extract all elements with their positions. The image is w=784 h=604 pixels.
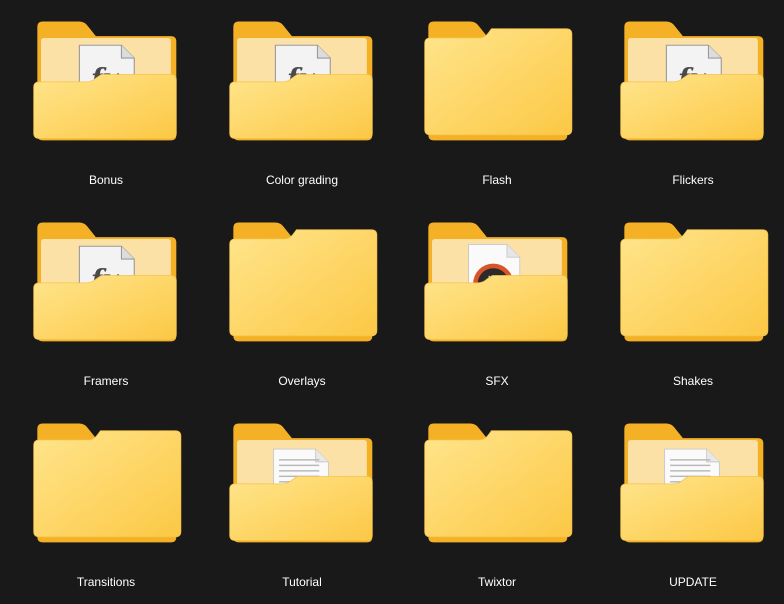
folder-item-twixtor[interactable]: Twixtor [412,406,582,596]
folder-label: Flash [482,173,512,187]
folder-label: Color grading [265,173,339,187]
folder-label: Twixtor [477,575,516,589]
folder-label: Tutorial [282,575,322,589]
folder-front [620,229,769,337]
folder-front [229,229,378,337]
folder-icon [229,222,378,342]
folder-item-update[interactable]: UPDATE [608,406,778,596]
folder-fx-icon: fx [229,21,373,141]
folder-item-shakes[interactable]: Shakes [608,205,778,395]
folder-front [424,275,568,340]
folder-front [229,476,373,541]
folder-icon [33,423,182,543]
folder-fx-icon: fx [33,21,177,141]
folder-label: Shakes [672,374,714,388]
folder-item-framers[interactable]: fx Framers [21,205,191,395]
folder-grid: fx Bonus fx Color grading [0,0,784,604]
folder-label: Overlays [278,374,326,388]
folder-front [229,74,373,139]
folder-icon [424,21,573,141]
folder-fx-icon: fx [33,222,177,342]
folder-fx-icon: fx [620,21,764,141]
folder-item-color-grading[interactable]: fx Color grading [217,4,387,194]
folder-item-flash[interactable]: Flash [412,4,582,194]
folder-front [620,74,764,139]
folder-front [33,74,177,139]
folder-media-icon [424,222,568,342]
folder-front [424,430,573,538]
folder-icon [424,423,573,543]
folder-label: Transitions [76,575,136,589]
folder-item-tutorial[interactable]: Tutorial [217,406,387,596]
folder-front [620,476,764,541]
folder-front [424,28,573,136]
folder-item-transitions[interactable]: Transitions [21,406,191,596]
folder-front [33,275,177,340]
folder-item-overlays[interactable]: Overlays [217,205,387,395]
folder-label: Bonus [88,173,124,187]
folder-icon [620,222,769,342]
folder-item-sfx[interactable]: SFX [412,205,582,395]
folder-item-bonus[interactable]: fx Bonus [21,4,191,194]
folder-document-icon [229,423,373,543]
folder-document-icon [620,423,764,543]
folder-front [33,430,182,538]
folder-label: UPDATE [669,575,717,589]
folder-item-flickers[interactable]: fx Flickers [608,4,778,194]
folder-label: Flickers [672,173,714,187]
folder-label: SFX [485,374,509,388]
folder-label: Framers [83,374,129,388]
